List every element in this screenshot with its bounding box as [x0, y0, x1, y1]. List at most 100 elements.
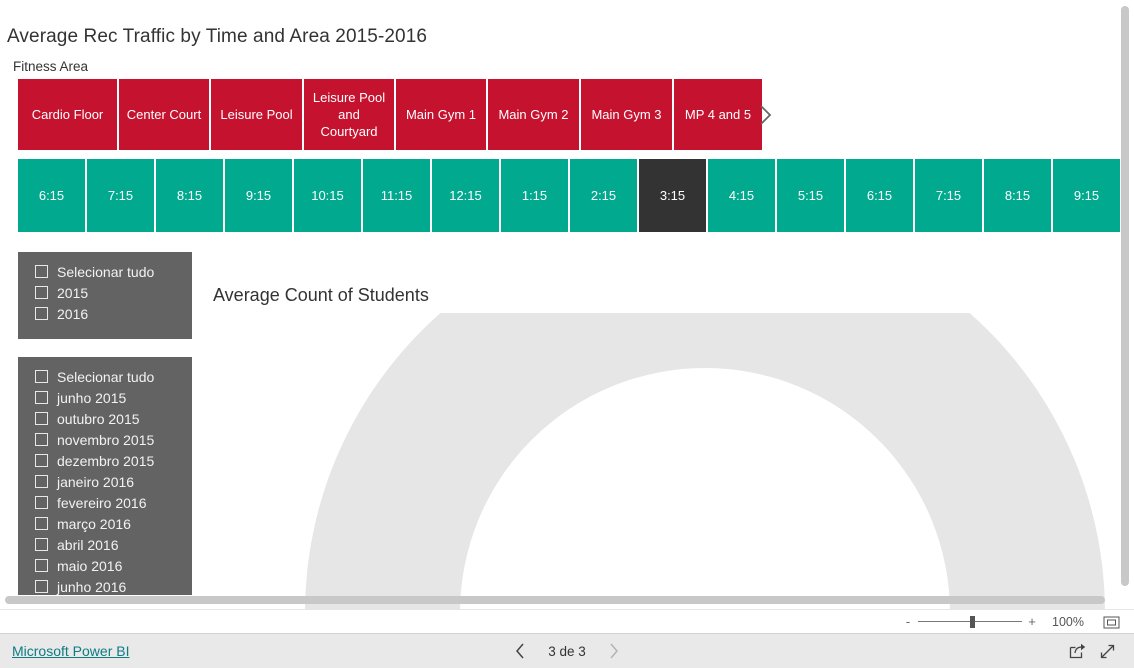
- fitness-area-tile-slicer: Cardio Floor Center Court Leisure Pool L…: [18, 79, 764, 150]
- checkbox-icon[interactable]: [35, 307, 48, 320]
- area-tile-main-gym-1[interactable]: Main Gym 1: [396, 79, 486, 150]
- time-tile-9-selected[interactable]: 3:15: [639, 159, 706, 232]
- month-slicer-label: junho 2015: [57, 389, 127, 406]
- time-tile-slicer: 6:15 7:15 8:15 9:15 10:15 11:15 12:15 1:…: [18, 159, 1122, 232]
- checkbox-icon[interactable]: [35, 496, 48, 509]
- time-tile-2[interactable]: 8:15: [156, 159, 223, 232]
- time-tile-8[interactable]: 2:15: [570, 159, 637, 232]
- checkbox-icon[interactable]: [35, 580, 48, 593]
- time-tile-4[interactable]: 10:15: [294, 159, 361, 232]
- gauge-arc-container: [300, 313, 1110, 610]
- year-slicer: Selecionar tudo 2015 2016: [18, 252, 192, 339]
- area-tile-leisure-pool-and-courtyard[interactable]: Leisure Pool and Courtyard: [304, 79, 394, 150]
- month-slicer-item-marco-2016[interactable]: março 2016: [18, 513, 192, 534]
- month-slicer-label: maio 2016: [57, 557, 123, 574]
- year-slicer-label: 2015: [57, 284, 89, 301]
- time-tile-1[interactable]: 7:15: [87, 159, 154, 232]
- area-tile-cardio-floor[interactable]: Cardio Floor: [18, 79, 117, 150]
- month-slicer-item-select-all[interactable]: Selecionar tudo: [18, 366, 192, 387]
- year-slicer-item-2015[interactable]: 2015: [18, 282, 192, 303]
- time-tile-13[interactable]: 7:15: [915, 159, 982, 232]
- scrollbar-thumb[interactable]: [1121, 6, 1129, 586]
- page-title: Average Rec Traffic by Time and Area 201…: [7, 26, 428, 47]
- chevron-left-icon[interactable]: [509, 640, 531, 662]
- gauge-arc-svg: [305, 313, 1105, 610]
- time-tile-11[interactable]: 5:15: [777, 159, 844, 232]
- gauge-track-arc: [305, 313, 1105, 610]
- area-tile-center-court[interactable]: Center Court: [119, 79, 209, 150]
- fullscreen-icon[interactable]: [1092, 639, 1122, 663]
- month-slicer-item-fevereiro-2016[interactable]: fevereiro 2016: [18, 492, 192, 513]
- month-slicer-label: outubro 2015: [57, 410, 140, 427]
- checkbox-icon[interactable]: [35, 475, 48, 488]
- chevron-right-icon[interactable]: [753, 98, 777, 132]
- zoom-controls: - + 100%: [901, 615, 1120, 629]
- zoom-slider-thumb[interactable]: [970, 616, 976, 628]
- zoom-out-button[interactable]: -: [901, 615, 915, 628]
- canvas-vertical-scrollbar[interactable]: [1121, 6, 1129, 586]
- checkbox-icon[interactable]: [35, 517, 48, 530]
- month-slicer-item-outubro-2015[interactable]: outubro 2015: [18, 408, 192, 429]
- scrollbar-thumb[interactable]: [5, 596, 1105, 604]
- fit-to-page-icon[interactable]: [1102, 615, 1120, 629]
- time-tile-15[interactable]: 9:15: [1053, 159, 1120, 232]
- gauge-visual[interactable]: Average Count of Students: [205, 270, 1110, 610]
- month-slicer-item-maio-2016[interactable]: maio 2016: [18, 555, 192, 576]
- area-tile-leisure-pool[interactable]: Leisure Pool: [211, 79, 302, 150]
- month-slicer-label: fevereiro 2016: [57, 494, 147, 511]
- time-tile-6[interactable]: 12:15: [432, 159, 499, 232]
- month-slicer-item-janeiro-2016[interactable]: janeiro 2016: [18, 471, 192, 492]
- month-slicer-item-junho-2015[interactable]: junho 2015: [18, 387, 192, 408]
- month-slicer: Selecionar tudo junho 2015 outubro 2015 …: [18, 357, 192, 595]
- checkbox-icon[interactable]: [35, 454, 48, 467]
- time-tile-3[interactable]: 9:15: [225, 159, 292, 232]
- gauge-title: Average Count of Students: [213, 285, 429, 305]
- page-indicator: 3 de 3: [548, 643, 586, 659]
- report-canvas: Average Rec Traffic by Time and Area 201…: [0, 0, 1134, 610]
- month-slicer-label: novembro 2015: [57, 431, 155, 448]
- zoom-in-button[interactable]: +: [1025, 615, 1039, 628]
- fitness-area-label: Fitness Area: [13, 59, 89, 74]
- footer-bar: Microsoft Power BI 3 de 3: [0, 633, 1134, 668]
- chevron-right-icon[interactable]: [603, 640, 625, 662]
- status-bar: - + 100%: [0, 609, 1134, 634]
- month-slicer-label: Selecionar tudo: [57, 368, 155, 385]
- area-tile-main-gym-2[interactable]: Main Gym 2: [488, 79, 579, 150]
- checkbox-icon[interactable]: [35, 391, 48, 404]
- time-tile-0[interactable]: 6:15: [18, 159, 85, 232]
- month-slicer-item-dezembro-2015[interactable]: dezembro 2015: [18, 450, 192, 471]
- year-slicer-item-2016[interactable]: 2016: [18, 303, 192, 324]
- time-tile-5[interactable]: 11:15: [363, 159, 430, 232]
- time-tile-12[interactable]: 6:15: [846, 159, 913, 232]
- area-tile-mp-4-and-5[interactable]: MP 4 and 5: [674, 79, 762, 150]
- checkbox-icon[interactable]: [35, 538, 48, 551]
- checkbox-icon[interactable]: [35, 559, 48, 572]
- month-slicer-label: dezembro 2015: [57, 452, 155, 469]
- checkbox-icon[interactable]: [35, 286, 48, 299]
- month-slicer-label: junho 2016: [57, 578, 127, 595]
- time-tile-14[interactable]: 8:15: [984, 159, 1051, 232]
- month-slicer-item-junho-2016[interactable]: junho 2016: [18, 576, 192, 595]
- microsoft-power-bi-link[interactable]: Microsoft Power BI: [12, 643, 129, 659]
- time-tile-10[interactable]: 4:15: [708, 159, 775, 232]
- time-tile-7[interactable]: 1:15: [501, 159, 568, 232]
- canvas-horizontal-scrollbar[interactable]: [5, 596, 1105, 604]
- zoom-level-label: 100%: [1052, 615, 1084, 629]
- year-slicer-item-select-all[interactable]: Selecionar tudo: [18, 261, 192, 282]
- checkbox-icon[interactable]: [35, 433, 48, 446]
- checkbox-icon[interactable]: [35, 370, 48, 383]
- year-slicer-label: Selecionar tudo: [57, 263, 155, 280]
- page-navigation: 3 de 3: [0, 634, 1134, 668]
- month-slicer-label: março 2016: [57, 515, 131, 532]
- footer-actions: [1062, 634, 1122, 668]
- year-slicer-label: 2016: [57, 305, 89, 322]
- month-slicer-item-abril-2016[interactable]: abril 2016: [18, 534, 192, 555]
- month-slicer-label: janeiro 2016: [57, 473, 135, 490]
- area-tile-main-gym-3[interactable]: Main Gym 3: [581, 79, 672, 150]
- checkbox-icon[interactable]: [35, 265, 48, 278]
- share-icon[interactable]: [1062, 639, 1092, 663]
- checkbox-icon[interactable]: [35, 412, 48, 425]
- month-slicer-label: abril 2016: [57, 536, 119, 553]
- zoom-slider[interactable]: [918, 615, 1023, 629]
- month-slicer-item-novembro-2015[interactable]: novembro 2015: [18, 429, 192, 450]
